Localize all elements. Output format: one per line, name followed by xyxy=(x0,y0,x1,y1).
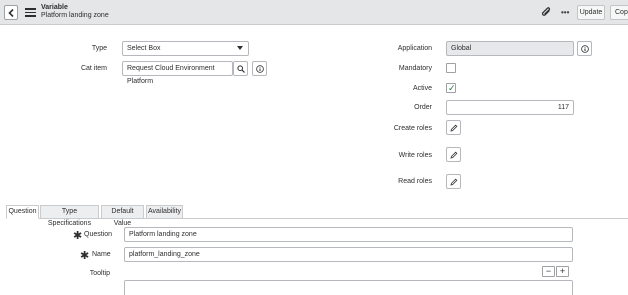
application-label: Application xyxy=(397,45,432,52)
type-select[interactable]: Select Box xyxy=(122,41,249,56)
mandatory-label: Mandatory xyxy=(398,65,432,72)
tooltip-textarea[interactable] xyxy=(124,280,573,295)
question-field[interactable]: Platform landing zone xyxy=(124,227,573,242)
tooltip-label: Tooltip xyxy=(89,270,110,277)
copy-button[interactable]: Copy xyxy=(610,5,628,20)
hamburger-icon[interactable] xyxy=(25,8,36,17)
pencil-icon xyxy=(450,151,458,159)
record-name-title: Platform landing zone xyxy=(41,12,109,19)
application-field: Global xyxy=(446,41,574,56)
order-field[interactable]: 117 xyxy=(446,100,574,115)
tooltip-shrink-button[interactable]: − xyxy=(542,266,555,277)
tooltip-expand-button[interactable]: + xyxy=(556,266,569,277)
write-roles-edit-button[interactable] xyxy=(446,147,461,162)
ellipsis-icon[interactable]: ••• xyxy=(561,9,569,17)
read-roles-label: Read roles xyxy=(398,178,432,185)
magnifier-icon xyxy=(237,65,245,73)
active-checkbox[interactable]: ✓ xyxy=(446,83,456,93)
tab-default-value[interactable]: Default Value xyxy=(101,205,144,227)
pencil-icon xyxy=(450,178,458,186)
mandatory-checkbox[interactable] xyxy=(446,63,456,73)
question-label: Question xyxy=(84,231,113,238)
form-header: Variable Platform landing zone ••• Updat… xyxy=(0,0,628,25)
active-label: Active xyxy=(412,85,432,92)
question-required-marker: ✱ xyxy=(73,230,83,242)
pencil-icon xyxy=(450,124,458,132)
back-button[interactable] xyxy=(4,5,18,20)
name-field[interactable]: platform_landing_zone xyxy=(124,247,573,262)
cat-item-field[interactable]: Request Cloud Environment Platform xyxy=(122,61,233,85)
chevron-left-icon xyxy=(8,9,14,17)
create-roles-label: Create roles xyxy=(393,125,432,132)
tab-question[interactable]: Question xyxy=(6,205,39,219)
application-info-button[interactable] xyxy=(577,41,592,56)
tab-type-specifications[interactable]: Type Specifications xyxy=(40,205,99,227)
checkmark-icon: ✓ xyxy=(448,83,456,93)
tab-availability[interactable]: Availability xyxy=(146,205,183,219)
read-roles-edit-button[interactable] xyxy=(446,174,461,189)
type-select-value: Select Box xyxy=(127,45,161,52)
paperclip-icon[interactable] xyxy=(541,7,552,18)
record-type-title: Variable xyxy=(41,4,68,11)
write-roles-label: Write roles xyxy=(398,152,432,159)
create-roles-edit-button[interactable] xyxy=(446,120,461,135)
tabs-divider xyxy=(6,218,628,219)
type-label: Type xyxy=(91,45,107,52)
name-required-marker: ✱ xyxy=(80,250,90,262)
cat-item-info-button[interactable] xyxy=(252,61,267,76)
info-icon xyxy=(581,45,589,53)
name-label: Name xyxy=(92,251,111,258)
cat-item-lookup-button[interactable] xyxy=(233,61,248,76)
info-icon xyxy=(256,65,264,73)
order-label: Order xyxy=(414,104,432,111)
update-button[interactable]: Update xyxy=(577,5,605,20)
chevron-down-icon xyxy=(237,46,243,50)
cat-item-label: Cat item xyxy=(80,65,107,72)
